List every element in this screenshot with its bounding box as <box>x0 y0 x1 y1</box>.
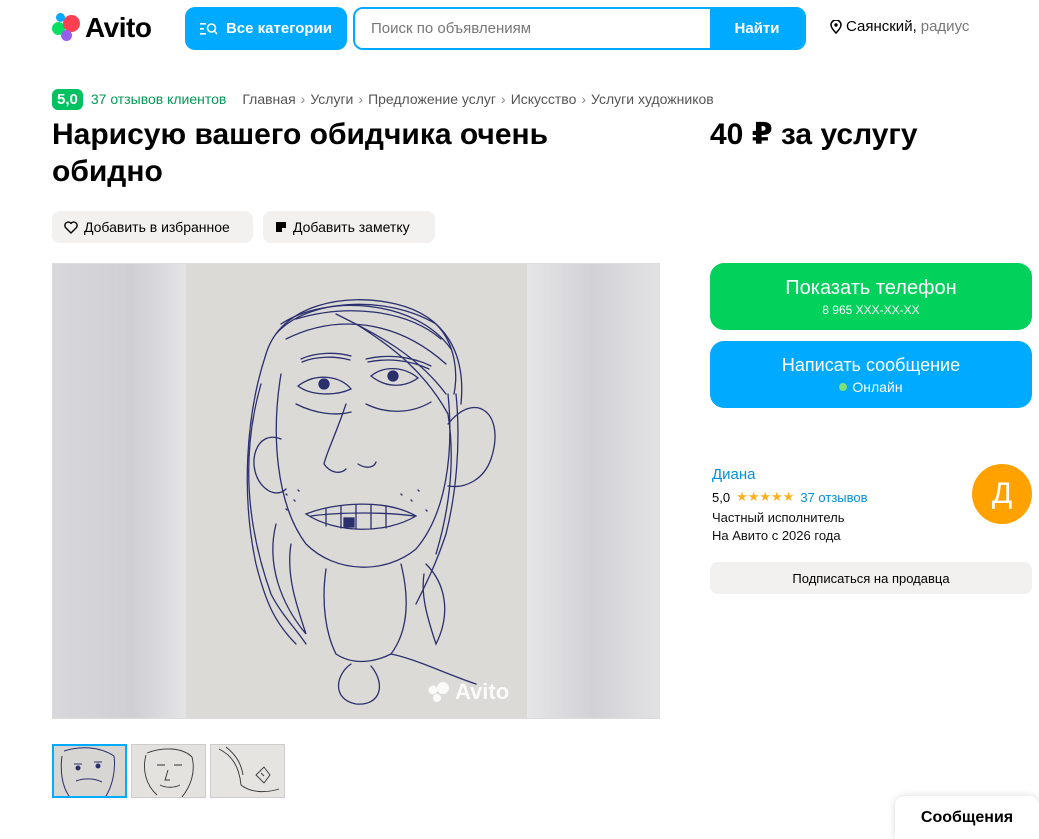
location-selector[interactable]: Саянский, радиус <box>830 18 969 35</box>
thumbnail-1[interactable] <box>52 744 127 798</box>
seller-rating-value: 5,0 <box>712 489 731 505</box>
chevron-right-icon: › <box>300 91 306 107</box>
avito-logo[interactable]: Avito <box>52 12 152 44</box>
listing-title: Нарисую вашего обидчика очень обидно <box>52 118 549 188</box>
breadcrumb-art[interactable]: Искусство <box>511 91 577 107</box>
subscribe-seller-button[interactable]: Подписаться на продавца <box>710 562 1032 594</box>
add-note-label: Добавить заметку <box>293 219 410 235</box>
logo-text: Avito <box>85 12 152 43</box>
online-dot-icon <box>839 382 848 391</box>
write-message-label: Написать сообщение <box>781 354 961 375</box>
online-status: Онлайн <box>839 378 903 395</box>
write-message-button[interactable]: Написать сообщение Онлайн <box>710 341 1032 408</box>
rating-stars-icon: ★★★★★ <box>736 489 795 504</box>
categories-search-icon <box>199 22 218 35</box>
note-icon <box>276 222 286 232</box>
location-radius: радиус <box>920 18 970 35</box>
show-phone-label: Показать телефон <box>785 276 957 299</box>
all-categories-label: Все категории <box>225 20 333 37</box>
breadcrumb: 5,0 37 отзывов клиентов Главная › Услуги… <box>52 87 714 111</box>
search-button[interactable]: Найти <box>710 9 804 48</box>
chevron-right-icon: › <box>581 91 587 107</box>
photo-blur-right <box>526 264 659 718</box>
watermark-dots-icon <box>428 682 449 702</box>
photo-blur-left <box>53 264 186 718</box>
header: Avito Все категории Найти Саянский, ради… <box>0 0 1039 58</box>
chevron-right-icon: › <box>358 91 364 107</box>
online-status-label: Онлайн <box>852 378 903 395</box>
main-photo[interactable]: Avito <box>52 263 660 719</box>
rating-badge: 5,0 <box>52 88 83 110</box>
messages-tab[interactable]: Сообщения <box>895 796 1039 839</box>
listing-price: 40 ₽ за услугу <box>710 118 918 151</box>
search-bar: Найти <box>353 7 806 50</box>
breadcrumb-service-offers[interactable]: Предложение услуг <box>368 91 496 107</box>
breadcrumb-artist-services[interactable]: Услуги художников <box>591 91 714 107</box>
seller-since: На Авито с 2026 года <box>712 528 841 543</box>
all-categories-button[interactable]: Все категории <box>185 7 347 50</box>
chevron-right-icon: › <box>501 91 506 107</box>
breadcrumb-services[interactable]: Услуги <box>310 91 353 107</box>
show-phone-button[interactable]: Показать телефон 8 965 XXX-XX-XX <box>710 263 1032 330</box>
client-reviews-link[interactable]: 37 отзывов клиентов <box>91 91 227 107</box>
thumbnail-3[interactable] <box>210 744 285 798</box>
logo-dots-icon <box>52 13 82 43</box>
portrait-drawing <box>186 264 527 718</box>
avatar[interactable]: Д <box>972 464 1032 524</box>
avito-watermark: Avito <box>428 679 509 705</box>
breadcrumb-home[interactable]: Главная <box>242 91 295 107</box>
search-input[interactable] <box>355 9 710 48</box>
add-to-favorites-label: Добавить в избранное <box>84 219 230 235</box>
phone-masked: 8 965 XXX-XX-XX <box>822 302 920 317</box>
photo-thumbnails <box>52 744 285 798</box>
location-city: Саянский, <box>846 18 917 35</box>
seller-reviews-link[interactable]: 37 отзывов <box>800 490 867 505</box>
add-to-favorites-button[interactable]: Добавить в избранное <box>52 211 253 243</box>
location-pin-icon <box>830 19 842 34</box>
watermark-text: Avito <box>455 679 510 704</box>
heart-icon <box>64 220 78 234</box>
thumbnail-2[interactable] <box>131 744 206 798</box>
add-note-button[interactable]: Добавить заметку <box>263 211 435 243</box>
